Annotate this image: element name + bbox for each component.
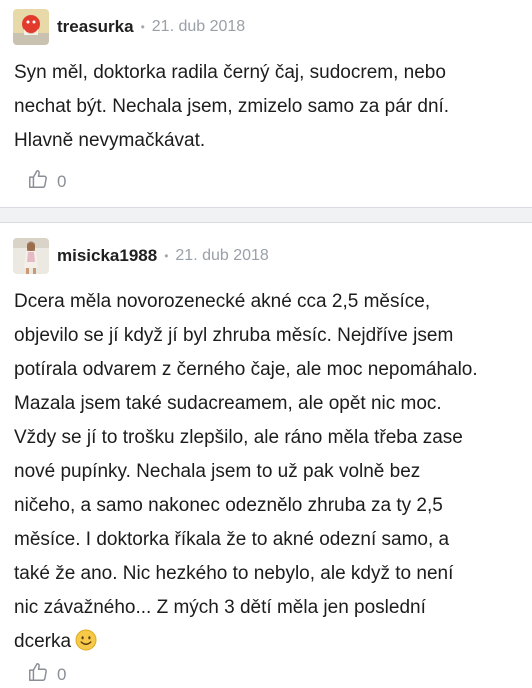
comment-text: Syn měl, doktorka radila černý čaj, sudo… <box>14 62 450 151</box>
comment-text: Dcera měla novorozenecké akné cca 2,5 mě… <box>14 291 478 652</box>
comment-card: treasurka • 21. dub 2018 Syn měl, doktor… <box>0 0 532 208</box>
like-button[interactable]: 0 <box>27 168 66 195</box>
thumbs-up-icon <box>27 168 49 195</box>
comment-date: 21. dub 2018 <box>175 247 269 264</box>
avatar[interactable] <box>13 9 49 45</box>
separator-dot: • <box>140 20 145 34</box>
thumbs-up-icon <box>27 661 49 688</box>
like-button[interactable]: 0 <box>27 661 66 688</box>
comment-feed: treasurka • 21. dub 2018 Syn měl, doktor… <box>0 0 532 688</box>
smiling-face-emoji-icon <box>75 629 97 651</box>
comment-text-block: Dcera měla novorozenecké akné cca 2,5 mě… <box>14 285 518 659</box>
username[interactable]: treasurka <box>57 17 134 37</box>
like-count: 0 <box>57 664 67 684</box>
avatar[interactable] <box>13 238 49 274</box>
comment-header: misicka1988 • 21. dub 2018 <box>13 238 269 274</box>
comment-header: treasurka • 21. dub 2018 <box>13 9 245 45</box>
like-count: 0 <box>57 171 67 191</box>
comment-card: misicka1988 • 21. dub 2018 Dcera měla no… <box>0 222 532 688</box>
username[interactable]: misicka1988 <box>57 246 157 266</box>
comment-date: 21. dub 2018 <box>151 18 246 35</box>
separator-dot: • <box>164 249 169 263</box>
